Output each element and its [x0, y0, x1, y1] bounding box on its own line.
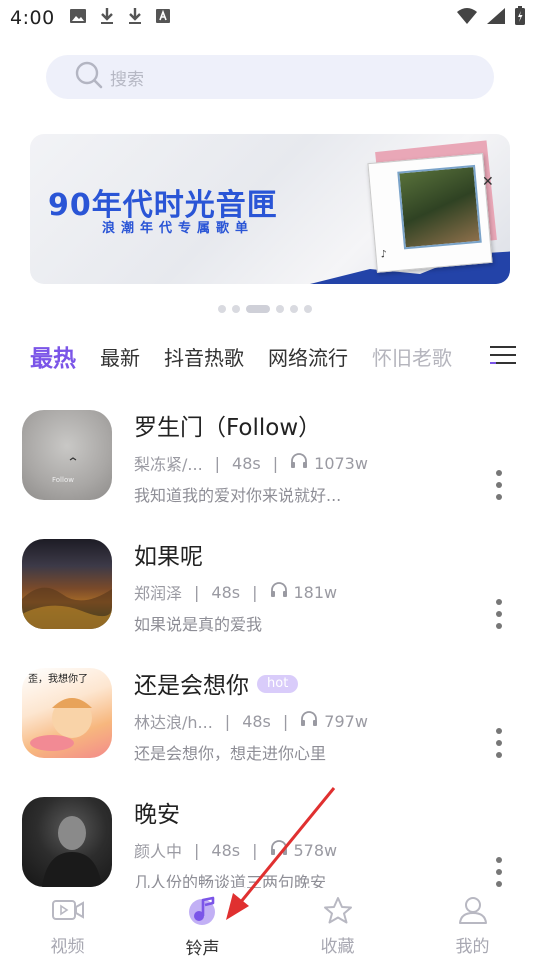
- nav-profile-label: 我的: [455, 937, 490, 957]
- tab-internet-pop[interactable]: 网络流行: [268, 342, 348, 371]
- song-plays: 1073w: [314, 453, 368, 473]
- song-plays: 797w: [324, 711, 368, 731]
- song-plays: 578w: [293, 840, 338, 860]
- song-title-text: 还是会想你: [134, 673, 249, 699]
- more-options-icon[interactable]: [494, 470, 504, 504]
- banner-album-cover: ♪: [367, 153, 493, 273]
- svg-text:Follow: Follow: [52, 476, 74, 484]
- song-lyric-snippet: 如果说是真的爱我: [134, 615, 263, 634]
- wifi-icon: [456, 7, 478, 29]
- divider: |: [194, 840, 200, 860]
- list-item[interactable]: Follow 罗生门（Follow） 梨冻紧/... | 48s | 1073w…: [0, 400, 540, 529]
- promo-banner[interactable]: 90年代时光音匣 浪潮年代专属歌单 ♪ ✕: [30, 134, 510, 284]
- song-meta: 梨冻紧/... | 48s | 1073w: [134, 451, 368, 475]
- tab-douyin-hits[interactable]: 抖音热歌: [164, 342, 244, 371]
- song-list: Follow 罗生门（Follow） 梨冻紧/... | 48s | 1073w…: [0, 400, 540, 916]
- search-placeholder: 搜索: [110, 69, 144, 90]
- song-title: 罗生门（Follow）: [134, 415, 322, 441]
- song-cover: Follow: [22, 410, 112, 500]
- song-artist: 林达浪/h...: [134, 713, 213, 732]
- nav-video-label: 视频: [50, 937, 85, 957]
- more-options-icon[interactable]: [494, 599, 504, 633]
- download-notification-icon-2: [127, 7, 143, 29]
- divider: |: [272, 453, 279, 473]
- song-cover: 歪，我想你了: [22, 668, 112, 758]
- battery-icon: [514, 6, 526, 30]
- divider: |: [252, 840, 258, 860]
- carousel-dot: [232, 305, 240, 313]
- headphones-icon: [270, 582, 288, 602]
- song-duration: 48s: [242, 711, 271, 731]
- nav-profile[interactable]: 我的: [405, 888, 540, 960]
- search-bar[interactable]: 搜索: [46, 55, 494, 99]
- divider: |: [252, 582, 258, 602]
- list-item[interactable]: 如果呢 郑润泽 | 48s | 181w 如果说是真的爱我: [0, 529, 540, 658]
- tab-oldies[interactable]: 怀旧老歌: [372, 342, 452, 371]
- category-tabs: 最热 最新 抖音热歌 网络流行 怀旧老歌: [30, 338, 540, 374]
- song-lyric-snippet: 还是会想你，想走进你心里: [134, 744, 327, 763]
- status-time: 4:00: [10, 7, 55, 29]
- status-bar: 4:00: [0, 0, 540, 36]
- headphones-icon: [290, 453, 308, 473]
- banner-subtitle: 浪潮年代专属歌单: [102, 221, 255, 236]
- divider: |: [214, 453, 221, 473]
- song-meta: 林达浪/h... | 48s | 797w: [134, 709, 368, 733]
- song-artist: 梨冻紧/...: [134, 455, 203, 474]
- nav-ringtone-label: 铃声: [185, 939, 220, 959]
- divider: |: [282, 711, 289, 731]
- song-title: 晚安: [134, 802, 180, 828]
- song-title: 还是会想你 hot: [134, 666, 299, 700]
- album-photo: [397, 164, 482, 250]
- carousel-dot: [290, 305, 298, 313]
- nav-ringtone[interactable]: 铃声: [135, 888, 270, 960]
- song-duration: 48s: [232, 453, 261, 473]
- image-notification-icon: [69, 8, 87, 28]
- nav-favorites[interactable]: 收藏: [270, 888, 405, 960]
- carousel-dot: [276, 305, 284, 313]
- search-icon: [74, 60, 104, 94]
- carousel-indicator: [218, 305, 312, 313]
- tab-hottest[interactable]: 最热: [30, 339, 76, 373]
- music-note-icon: [186, 896, 220, 930]
- song-duration: 48s: [211, 582, 241, 602]
- more-options-icon[interactable]: [494, 857, 504, 891]
- nav-favorites-label: 收藏: [320, 937, 355, 957]
- divider: |: [224, 711, 231, 731]
- app-notification-icon: [155, 8, 171, 28]
- video-icon: [51, 896, 85, 928]
- song-plays: 181w: [293, 582, 338, 602]
- list-item[interactable]: 歪，我想你了 还是会想你 hot 林达浪/h... | 48s | 797w 还是…: [0, 658, 540, 787]
- song-lyric-snippet: 我知道我的爱对你来说就好...: [134, 486, 342, 505]
- song-meta: 郑润泽 | 48s | 181w: [134, 580, 337, 604]
- divider: |: [194, 582, 200, 602]
- banner-close-mark-icon: ✕: [482, 174, 494, 190]
- song-cover: [22, 797, 112, 887]
- song-artist: 颜人中: [134, 842, 183, 861]
- song-cover: [22, 539, 112, 629]
- carousel-dot: [304, 305, 312, 313]
- carousel-dot-active: [246, 305, 270, 313]
- tab-newest[interactable]: 最新: [100, 342, 140, 371]
- song-meta: 颜人中 | 48s | 578w: [134, 838, 337, 862]
- headphones-icon: [300, 711, 318, 731]
- song-artist: 郑润泽: [134, 584, 183, 603]
- person-icon: [458, 896, 488, 928]
- music-note-icon: ♪: [379, 248, 388, 261]
- nav-video[interactable]: 视频: [0, 888, 135, 960]
- svg-text:歪，我想你了: 歪，我想你了: [28, 672, 88, 685]
- song-title: 如果呢: [134, 544, 203, 570]
- song-duration: 48s: [211, 840, 241, 860]
- bottom-navigation: 视频 铃声 收藏 我的: [0, 888, 540, 960]
- cell-signal-icon: [486, 7, 506, 29]
- more-options-icon[interactable]: [494, 728, 504, 762]
- headphones-icon: [270, 840, 288, 860]
- download-notification-icon: [99, 7, 115, 29]
- carousel-dot: [218, 305, 226, 313]
- hot-badge: hot: [257, 674, 299, 693]
- star-icon: [323, 896, 353, 928]
- category-menu-icon[interactable]: [490, 342, 516, 368]
